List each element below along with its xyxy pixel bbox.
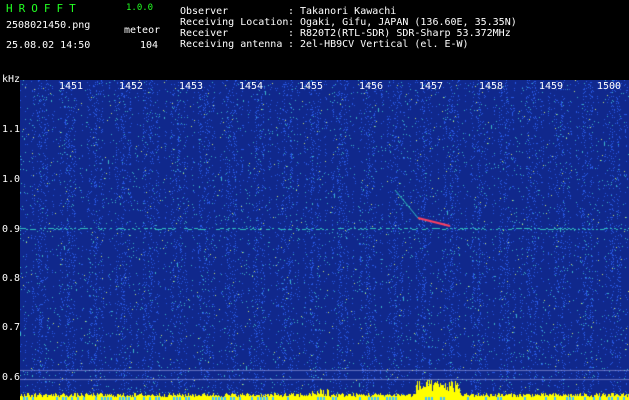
x-tick-label: 1451 [59,81,84,92]
antenna-colon: : [288,39,295,50]
receiver-label: Receiver [180,28,229,39]
x-tick-label: 1500 [597,81,622,92]
x-tick-label: 1454 [239,81,264,92]
spectrogram-canvas [20,80,629,400]
x-tick-label: 1453 [179,81,204,92]
file-datetime: 25.08.02 14:50 [6,40,91,51]
meteor-label: meteor [124,25,161,36]
y-tick-label: 0.6 [2,372,21,383]
y-tick-label: 0.7 [2,322,21,333]
file-name: 2508021450.png [6,20,91,31]
receiver-colon: : [288,28,295,39]
x-tick-label: 1452 [119,81,144,92]
header-panel: HROFFT 1.0.0 2508021450.png 25.08.02 14:… [0,0,629,80]
location-label: Receiving Location [180,17,289,28]
app-version: 1.0.0 [126,3,154,13]
observer-value: Takanori Kawachi [300,6,397,17]
antenna-value: 2el-HB9CV Vertical (el. E-W) [300,39,469,50]
x-tick-label: 1455 [299,81,324,92]
receiver-value: R820T2(RTL-SDR) SDR-Sharp 53.372MHz [300,28,511,39]
meteor-count: 104 [140,40,159,51]
location-colon: : [288,17,295,28]
app-name: HROFFT [6,2,82,15]
x-tick-label: 1457 [419,81,444,92]
x-tick-label: 1458 [479,81,504,92]
observer-colon: : [288,6,295,17]
y-axis-unit: kHz [2,74,21,85]
x-tick-label: 1459 [539,81,564,92]
observer-label: Observer [180,6,229,17]
antenna-label: Receiving antenna [180,39,283,50]
y-tick-label: 0.9 [2,224,21,235]
location-value: Ogaki, Gifu, JAPAN (136.60E, 35.35N) [300,17,517,28]
y-tick-label: 0.8 [2,273,21,284]
y-tick-label: 1.1 [2,124,21,135]
y-tick-label: 1.0 [2,174,21,185]
x-tick-label: 1456 [359,81,384,92]
